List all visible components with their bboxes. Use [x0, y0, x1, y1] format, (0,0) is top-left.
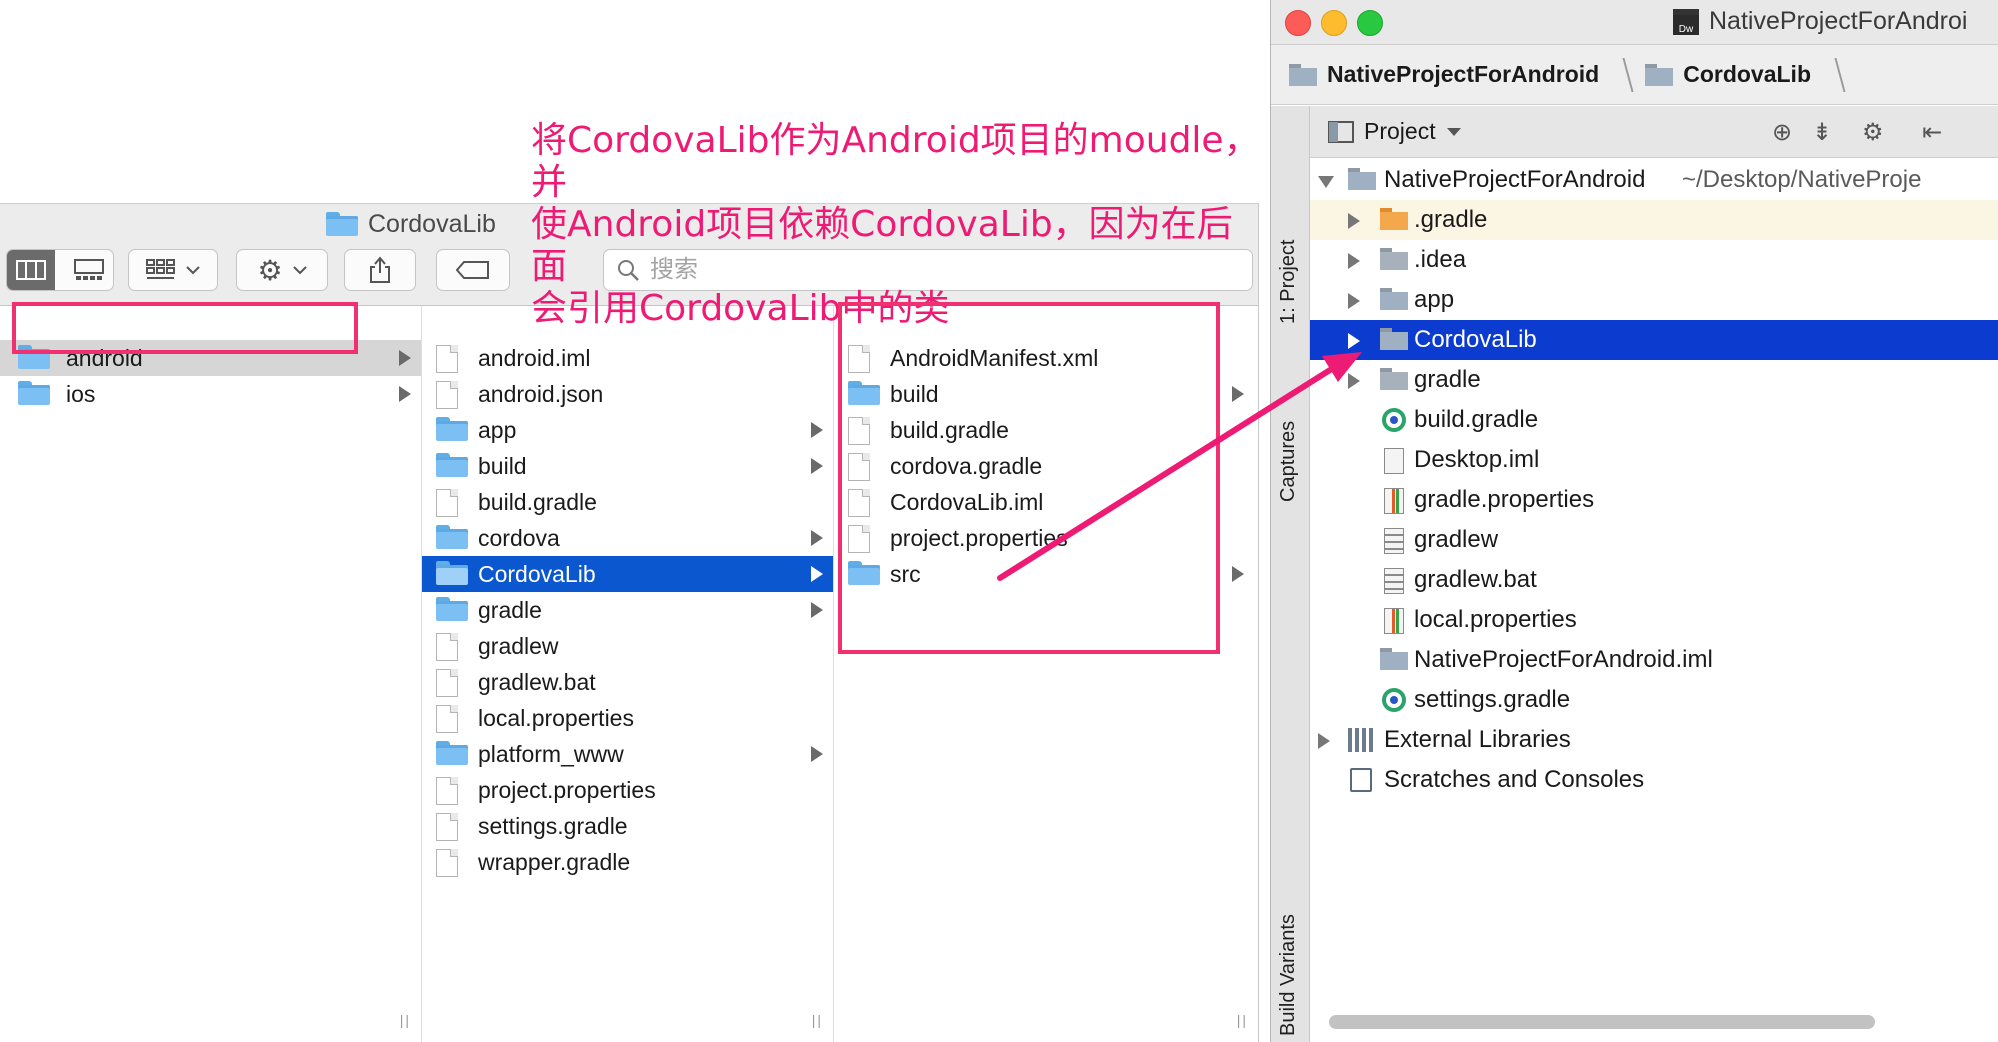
arrow-head — [1322, 352, 1362, 382]
annotation-arrow — [997, 352, 1362, 581]
arrow-shaft — [997, 367, 1333, 581]
